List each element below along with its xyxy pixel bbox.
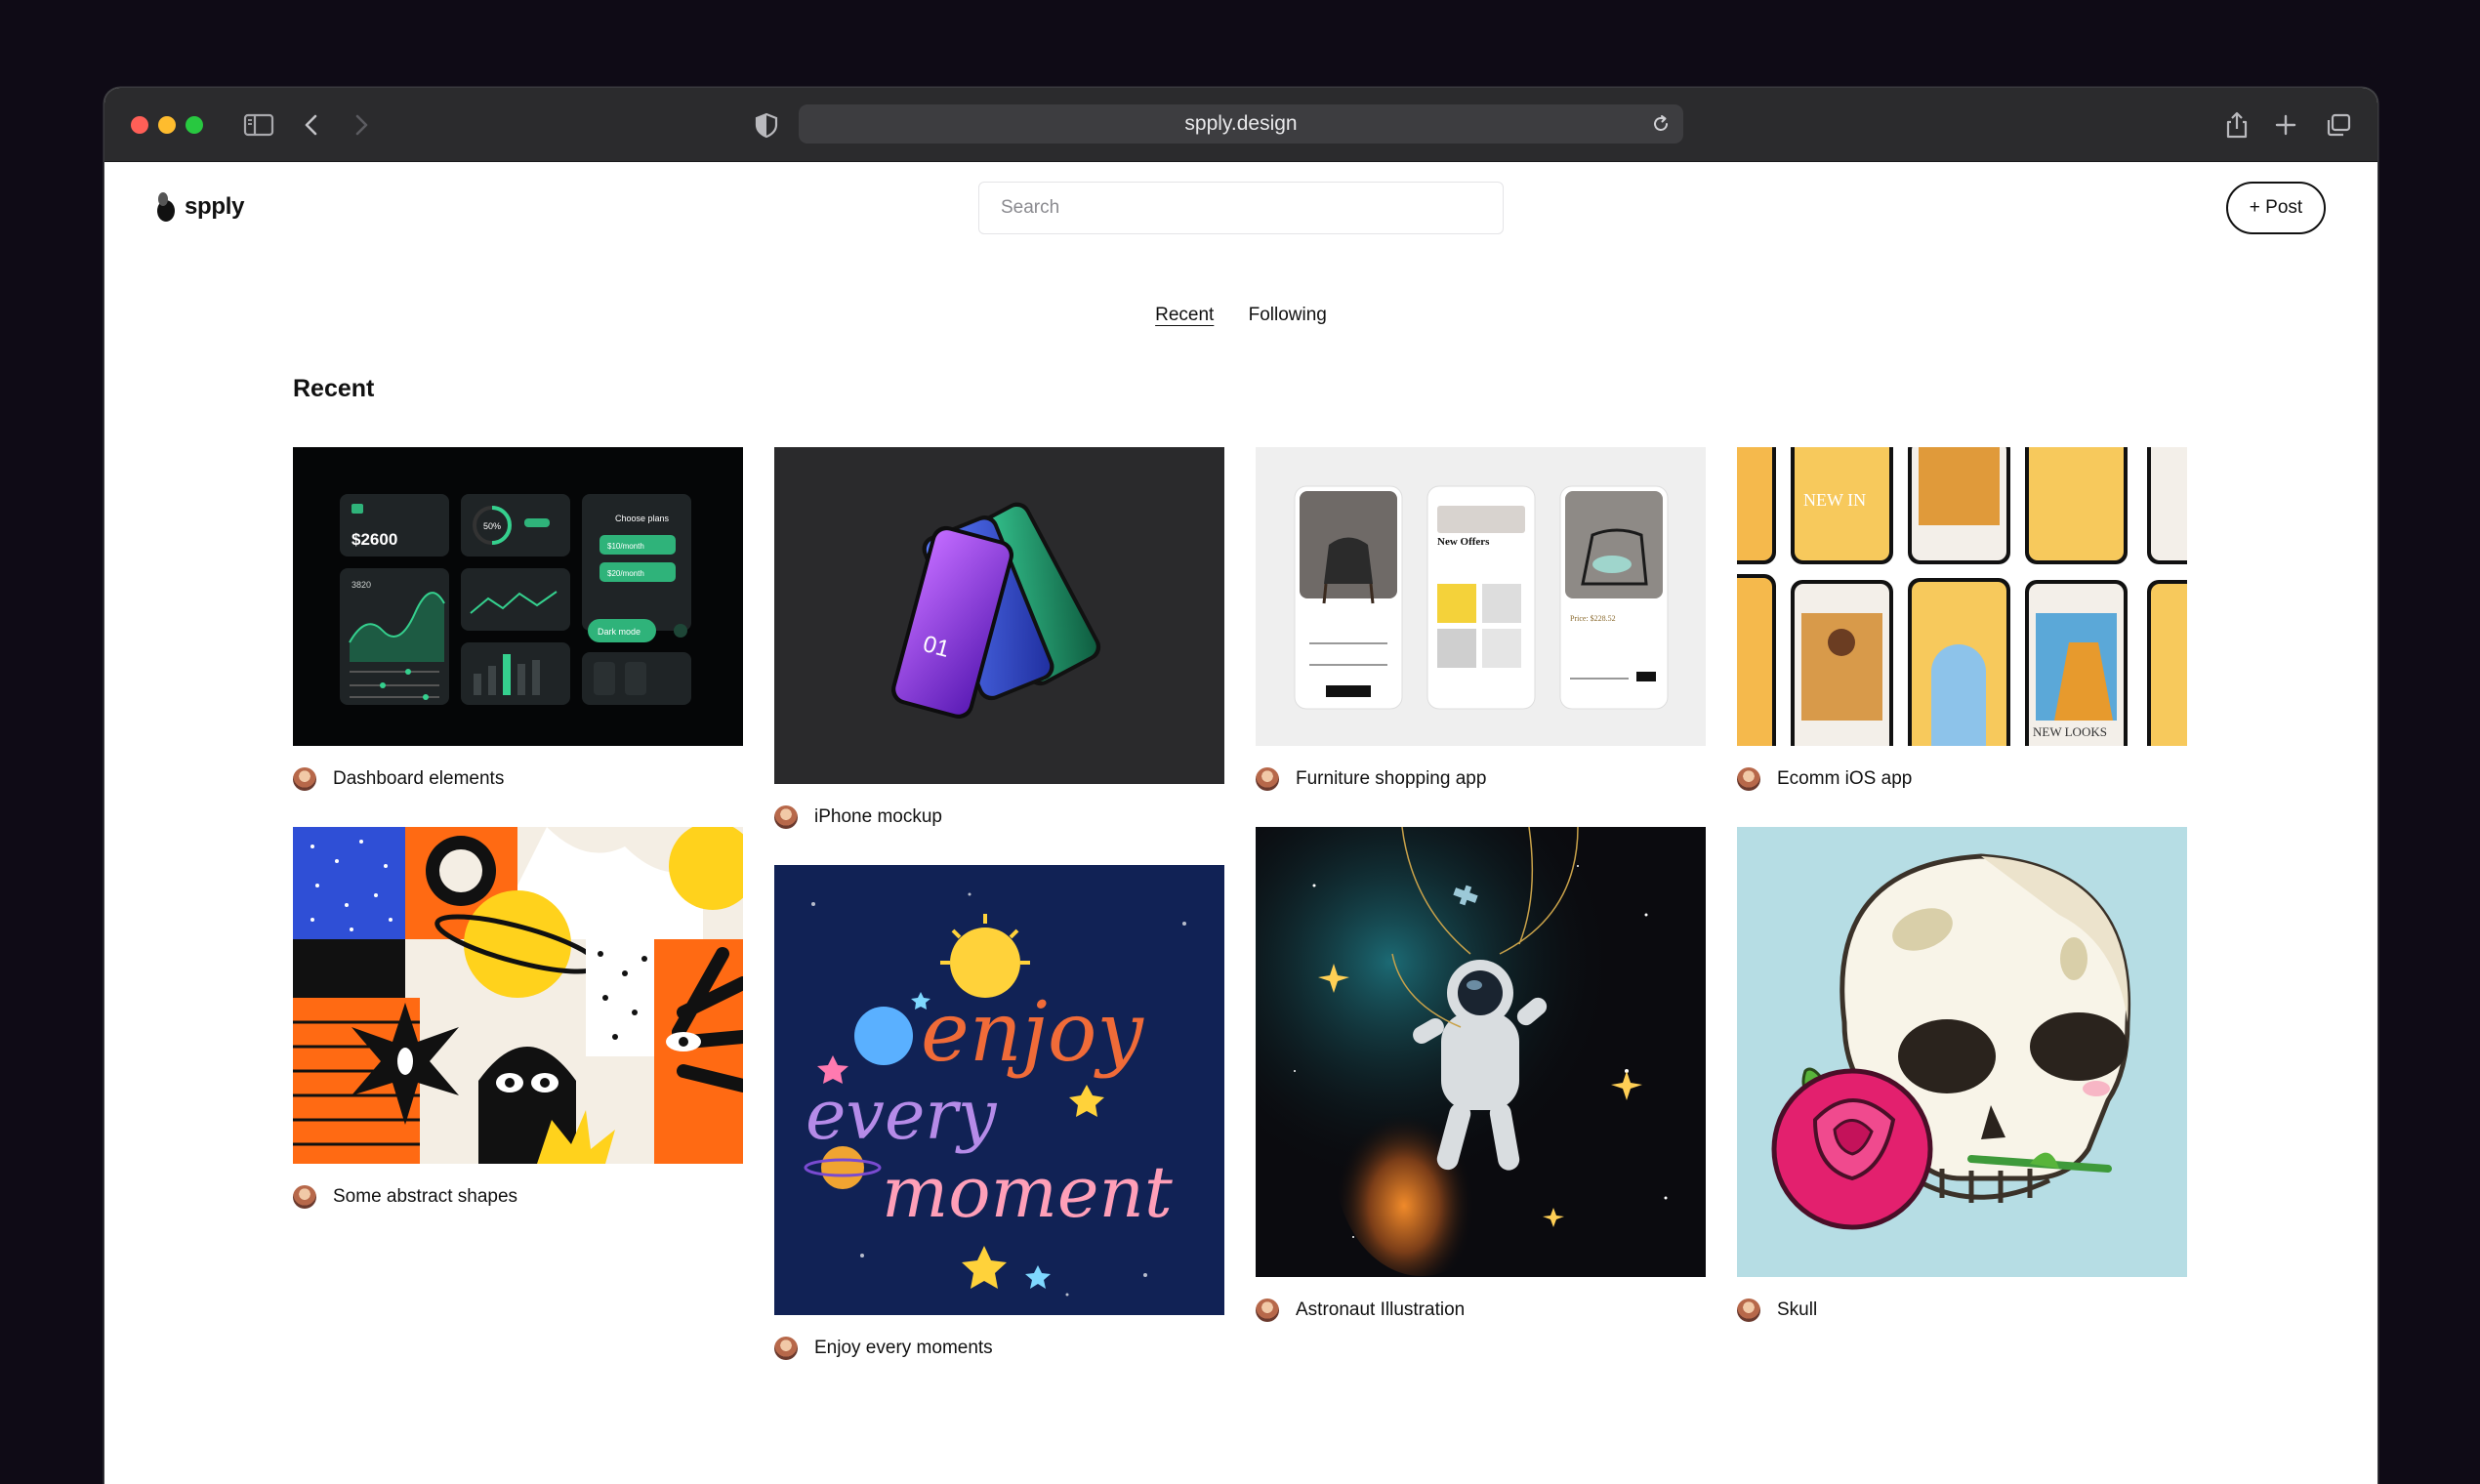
post-title[interactable]: Enjoy every moments [814,1338,993,1359]
tab-overview-icon[interactable] [2322,109,2355,141]
post-thumbnail[interactable]: 01 [774,447,1224,784]
ecomm-new-looks: NEW LOOKS [2033,724,2107,739]
dashboard-price-1: $10/month [607,542,644,551]
post-thumbnail[interactable]: enjoy every moment [774,865,1224,1315]
browser-window: spply.design spply + Post Recent Followi… [104,88,2377,1484]
lettering-every: every [806,1075,998,1155]
post-card[interactable]: $2600 3820 50% Choose plans $10/month $2… [293,447,743,791]
post-card[interactable]: New Offers Price: $228.52 Furniture shop… [1256,447,1706,791]
post-caption: Ecomm iOS app [1737,767,2187,791]
author-avatar[interactable] [774,805,798,829]
search-input[interactable] [978,182,1504,234]
logo-icon [157,192,175,222]
author-avatar[interactable] [1737,1298,1760,1322]
post-caption: Furniture shopping app [1256,767,1706,791]
lettering-moment: moment [882,1151,1174,1233]
tab-recent[interactable]: Recent [1155,305,1214,326]
furniture-price: Price: $228.52 [1570,614,1616,623]
lettering-artwork: enjoy every moment [774,865,1224,1315]
author-avatar[interactable] [293,1185,316,1209]
dashboard-artwork: $2600 3820 50% Choose plans $10/month $2… [293,447,743,746]
astronaut-artwork [1256,827,1706,1277]
post-thumbnail[interactable]: New Offers Price: $228.52 [1256,447,1706,746]
author-avatar[interactable] [293,767,316,791]
sidebar-toggle-icon[interactable] [242,109,275,141]
address-bar[interactable]: spply.design [799,104,1683,144]
spply-page: spply + Post Recent Following Recent $26… [104,162,2377,1484]
post-thumbnail[interactable] [1256,827,1706,1277]
post-title[interactable]: Some abstract shapes [333,1186,517,1208]
post-caption: iPhone mockup [774,805,1224,829]
iphone-artwork: 01 [774,447,1224,784]
post-title[interactable]: Skull [1777,1299,1817,1321]
ecomm-new-in: NEW IN [1803,490,1866,510]
close-window-button[interactable] [131,116,148,134]
reload-icon[interactable] [1650,113,1672,135]
lettering-enjoy: enjoy [921,984,1144,1080]
back-icon[interactable] [296,109,329,141]
post-caption: Astronaut Illustration [1256,1298,1706,1322]
new-tab-icon[interactable] [2269,109,2302,141]
post-title[interactable]: iPhone mockup [814,806,942,828]
share-icon[interactable] [2220,109,2253,141]
author-avatar[interactable] [1737,767,1760,791]
post-thumbnail[interactable]: NEW IN NEW LOOKS [1737,447,2187,746]
post-caption: Dashboard elements [293,767,743,791]
logo-text: spply [185,193,245,220]
author-avatar[interactable] [1256,1298,1279,1322]
post-thumbnail[interactable] [1737,827,2187,1277]
author-avatar[interactable] [1256,767,1279,791]
post-button[interactable]: + Post [2226,182,2326,234]
dashboard-mode: Dark mode [598,627,641,637]
furniture-heading: New Offers [1437,536,1490,548]
post-caption: Skull [1737,1298,2187,1322]
tab-following[interactable]: Following [1249,305,1327,326]
browser-toolbar: spply.design [104,88,2377,162]
author-avatar[interactable] [774,1337,798,1360]
skull-artwork [1737,827,2187,1277]
post-card[interactable]: Skull [1737,827,2187,1322]
post-title[interactable]: Dashboard elements [333,768,504,790]
post-title[interactable]: Astronaut Illustration [1296,1299,1465,1321]
post-card[interactable]: 01 iPhone mockup [774,447,1224,829]
feed-tabs: Recent Following [104,305,2377,326]
dashboard-percent: 50% [483,521,501,531]
address-url: spply.design [1184,112,1298,135]
zoom-window-button[interactable] [186,116,203,134]
minimize-window-button[interactable] [158,116,176,134]
privacy-shield-icon[interactable] [750,109,783,141]
dashboard-amount: $2600 [351,530,397,549]
post-card[interactable]: Some abstract shapes [293,827,743,1209]
post-card[interactable]: NEW IN NEW LOOKS Ecomm iOS app [1737,447,2187,791]
section-title: Recent [293,375,375,402]
post-title[interactable]: Furniture shopping app [1296,768,1486,790]
post-thumbnail[interactable]: $2600 3820 50% Choose plans $10/month $2… [293,447,743,746]
abstract-shapes-artwork [293,827,743,1164]
spply-logo[interactable]: spply [155,191,244,223]
post-thumbnail[interactable] [293,827,743,1164]
ecomm-artwork: NEW IN NEW LOOKS [1737,447,2187,746]
post-card[interactable]: enjoy every moment Enjoy every moments [774,865,1224,1360]
post-caption: Some abstract shapes [293,1185,743,1209]
dashboard-plans: Choose plans [615,514,670,523]
post-card[interactable]: Astronaut Illustration [1256,827,1706,1322]
forward-icon[interactable] [345,109,378,141]
post-title[interactable]: Ecomm iOS app [1777,768,1912,790]
dashboard-price-2: $20/month [607,569,644,578]
dashboard-count: 3820 [351,580,371,590]
post-caption: Enjoy every moments [774,1337,1224,1360]
furniture-artwork: New Offers Price: $228.52 [1256,447,1706,746]
